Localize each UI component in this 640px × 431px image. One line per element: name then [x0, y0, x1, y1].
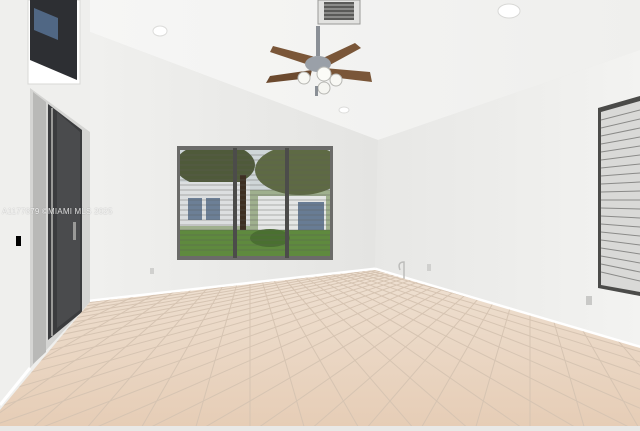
recessed-light: [497, 3, 521, 19]
recessed-light: [152, 25, 168, 37]
outlet: [586, 296, 592, 305]
light-switch: [16, 236, 21, 246]
photo-watermark: A1177879 ©MIAMI MLS 2025: [2, 207, 113, 216]
ac-vent: [317, 0, 361, 25]
back-window: [177, 146, 333, 260]
clerestory-window: [27, 0, 81, 85]
outlet: [427, 264, 431, 271]
outlet: [150, 268, 154, 274]
room-photo: A1177879 ©MIAMI MLS 2025: [0, 0, 640, 426]
recessed-light: [338, 106, 350, 114]
right-window: [598, 96, 640, 296]
